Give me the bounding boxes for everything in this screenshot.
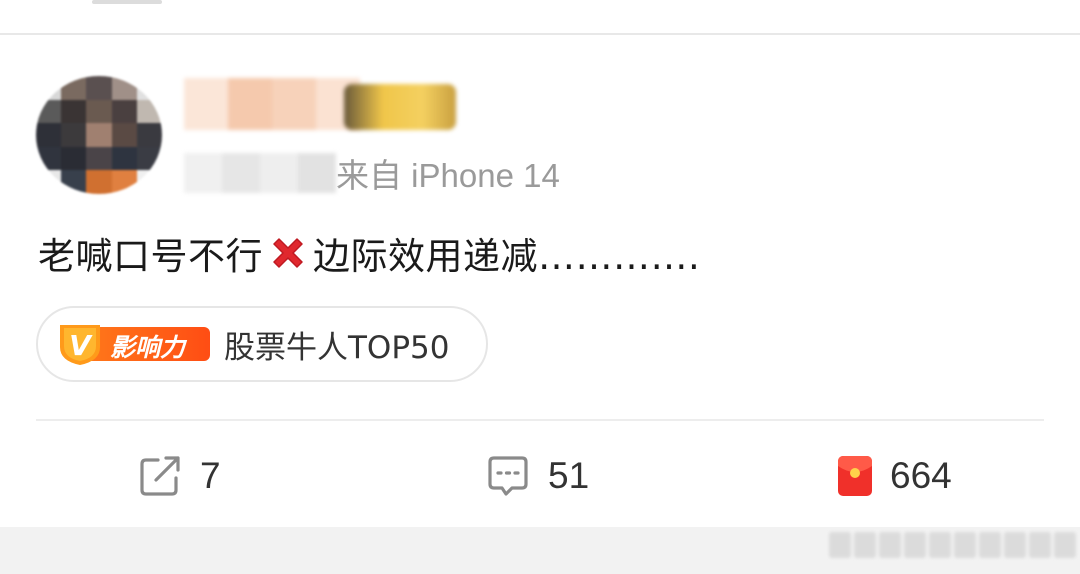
influence-badge-label: 影响力 [110, 333, 186, 362]
red-envelope-button[interactable]: 664 [836, 446, 952, 506]
influence-tag[interactable]: V 影响力 股票牛人TOP50 [36, 306, 488, 382]
red-envelope-icon [838, 456, 872, 496]
comment-button[interactable]: 51 [484, 446, 589, 506]
cross-mark-icon [265, 230, 311, 276]
post-text-part-2: 边际效用递减…………. [313, 235, 701, 278]
repost-button[interactable]: 7 [136, 446, 221, 506]
avatar[interactable] [36, 76, 162, 194]
influence-badge: V 影响力 [54, 321, 210, 367]
red-envelope-count: 664 [890, 455, 952, 496]
username-redacted[interactable] [184, 78, 360, 130]
comment-count: 51 [548, 455, 590, 496]
svg-text:V: V [69, 329, 93, 362]
influence-tag-text: 股票牛人TOP50 [224, 329, 450, 366]
comment-icon [488, 456, 528, 496]
post-text[interactable]: 老喊口号不行 边际效用递减…………. [38, 226, 700, 280]
v-shield-icon: V [60, 325, 100, 365]
post-text-part-1: 老喊口号不行 [38, 235, 263, 278]
post-source: 来自 iPhone 14 [336, 157, 560, 194]
repost-count: 7 [200, 455, 221, 496]
actions-divider [36, 419, 1044, 421]
post-meta: 来自 iPhone 14 [184, 148, 560, 198]
repost-icon [140, 456, 180, 496]
watermark-redacted [826, 532, 1076, 558]
top-remnant [92, 0, 162, 4]
member-badge-redacted [344, 84, 456, 130]
timestamp-redacted [184, 153, 336, 193]
top-divider [0, 33, 1080, 35]
